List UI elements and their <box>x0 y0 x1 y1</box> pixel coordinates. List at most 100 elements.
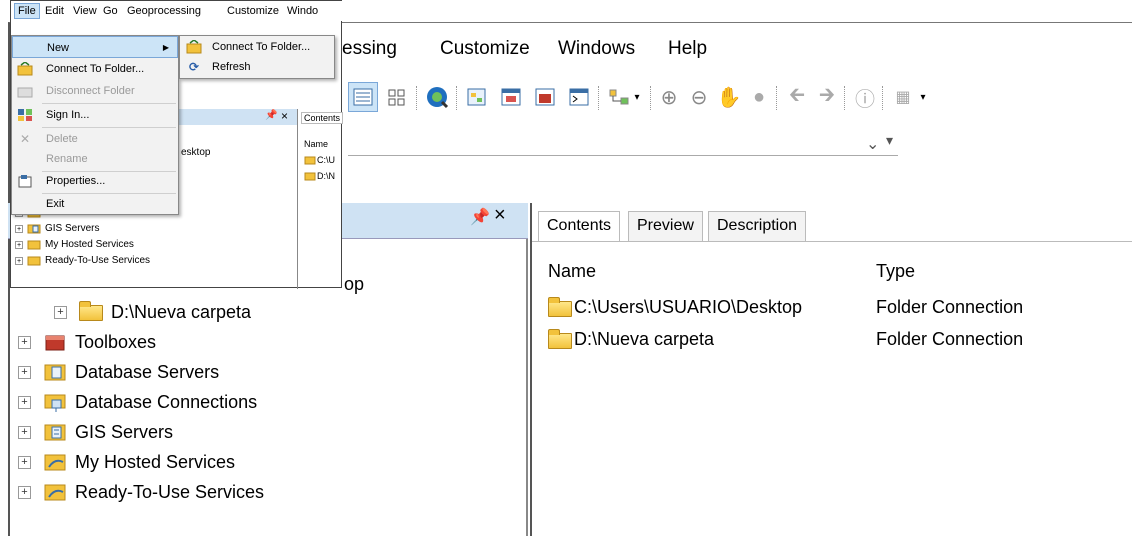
tree-item[interactable]: + My Hosted Services <box>18 447 235 477</box>
menu-view[interactable]: View <box>73 5 97 17</box>
expand-icon[interactable]: + <box>18 455 31 469</box>
small-tree-item[interactable]: + Ready-To-Use Services <box>15 255 150 266</box>
tree-item-desktop-partial[interactable]: op <box>344 269 364 299</box>
expand-icon[interactable]: + <box>18 485 31 499</box>
close-icon[interactable]: × <box>494 204 506 227</box>
toolbar-separator <box>416 86 417 110</box>
create-thumbnail-icon[interactable]: ▦ <box>888 82 918 112</box>
standard-toolbar: ▾ ⊕ ⊖ ✋ ● 🡰 🡲 ⓘ ▦ ▾ <box>348 82 1128 120</box>
large-icons-view-icon[interactable] <box>382 82 412 112</box>
table-row[interactable]: D:\Nueva carpeta <box>548 328 714 350</box>
expand-icon[interactable]: + <box>15 240 23 249</box>
tree-item[interactable]: + Database Servers <box>18 357 219 387</box>
submenu-arrow-icon: ▶ <box>162 43 169 52</box>
menu-item-connect-to-folder[interactable]: Connect To Folder... <box>12 58 178 80</box>
table-row[interactable]: C:\Users\USUARIO\Desktop <box>548 296 803 318</box>
small-contents-panel: Contents Name C:\U D:\N <box>297 109 344 289</box>
tree-item[interactable]: + GIS Servers <box>18 417 173 447</box>
menu-go[interactable]: Go <box>103 5 118 17</box>
tree-item[interactable]: + D:\Nueva carpeta <box>54 297 251 327</box>
menu-item-new[interactable]: New ▶ <box>12 36 178 58</box>
tab-divider <box>532 241 1132 242</box>
row-type: Folder Connection <box>876 329 1024 349</box>
toolbar-options-icon[interactable]: ▾ <box>916 82 930 112</box>
folder-icon <box>79 301 103 322</box>
expand-icon[interactable]: + <box>18 395 31 409</box>
row-name: C:\Users\USUARIO\Desktop <box>574 297 803 317</box>
expand-icon[interactable]: + <box>54 305 67 319</box>
pin-icon[interactable]: 📌 <box>470 207 490 227</box>
column-header-name[interactable]: Name <box>548 261 596 282</box>
zoom-in-icon[interactable]: ⊕ <box>654 82 684 112</box>
metadata-icon[interactable] <box>462 82 492 112</box>
expand-icon[interactable]: + <box>18 365 31 379</box>
disconnect-folder-icon <box>17 84 33 98</box>
toolbox-icon <box>43 332 67 352</box>
tab-description[interactable]: Description <box>708 211 807 241</box>
menu-edit[interactable]: Edit <box>45 5 64 17</box>
forward-icon[interactable]: 🡲 <box>812 82 842 112</box>
menu-item-exit[interactable]: Exit <box>12 193 178 215</box>
column-header-name[interactable]: Name <box>304 139 328 149</box>
small-tree-item[interactable]: + GIS Servers <box>15 223 99 234</box>
properties-icon <box>17 174 33 188</box>
full-extent-icon[interactable]: ● <box>744 82 774 112</box>
column-header-type[interactable]: Type <box>876 261 915 282</box>
contents-panel: Contents Preview Description Name Type C… <box>530 203 1132 536</box>
python-icon[interactable] <box>564 82 594 112</box>
menu-windows[interactable]: Windo <box>287 5 318 17</box>
pin-icon[interactable]: 📌 <box>265 110 277 121</box>
location-combo[interactable] <box>348 126 898 156</box>
tree-item[interactable]: + Database Connections <box>18 387 257 417</box>
globe-icon[interactable] <box>422 82 452 112</box>
menu-item-sign-in[interactable]: Sign In... <box>12 104 178 126</box>
toolbar-options-icon[interactable]: ▾ <box>630 82 644 112</box>
table-row[interactable]: C:\U <box>304 155 335 165</box>
back-icon[interactable]: 🡰 <box>782 82 812 112</box>
expand-icon[interactable]: + <box>18 425 31 439</box>
toolbar-separator <box>776 86 777 110</box>
expand-icon[interactable]: + <box>15 256 23 265</box>
menu-geoprocessing[interactable]: essing <box>342 38 397 60</box>
toolbar-separator <box>650 86 651 110</box>
toolbar-separator <box>456 86 457 110</box>
details-view-icon[interactable] <box>348 82 378 112</box>
menu-geoprocessing[interactable]: Geoprocessing <box>127 5 201 17</box>
pan-icon[interactable]: ✋ <box>714 82 744 112</box>
toolbar-separator <box>598 86 599 110</box>
menu-item-disconnect-folder: Disconnect Folder <box>12 80 178 102</box>
tab-contents[interactable]: Contents <box>538 211 621 242</box>
delete-icon: ✕ <box>19 132 31 146</box>
hosted-services-icon <box>43 452 67 472</box>
expand-icon[interactable]: + <box>15 224 23 233</box>
small-tree-item-desktop-partial[interactable]: esktop <box>181 147 210 158</box>
menu-item-rename: Rename <box>46 153 88 165</box>
tab-preview[interactable]: Preview <box>628 211 703 241</box>
menu-windows[interactable]: Windows <box>558 38 635 60</box>
menu-file[interactable]: File <box>14 3 40 19</box>
identify-icon[interactable]: ⓘ <box>850 82 880 112</box>
tree-item[interactable]: + Toolboxes <box>18 327 156 357</box>
zoom-out-icon[interactable]: ⊖ <box>684 82 714 112</box>
close-icon[interactable]: × <box>281 109 288 123</box>
chevron-down-icon[interactable]: ⌄ <box>866 134 879 154</box>
submenu-item-connect-to-folder[interactable]: Connect To Folder... <box>180 37 334 57</box>
menu-customize[interactable]: Customize <box>440 38 530 60</box>
expand-icon[interactable]: + <box>18 335 31 349</box>
connect-folder-icon <box>186 39 202 54</box>
arctoolbox-icon[interactable] <box>496 82 526 112</box>
submenu-item-refresh[interactable]: ⟳ Refresh <box>180 57 334 77</box>
menu-item-properties[interactable]: Properties... <box>12 170 178 192</box>
small-tree-item[interactable]: + My Hosted Services <box>15 239 134 250</box>
folder-icon <box>548 296 572 318</box>
table-row[interactable]: D:\N <box>304 171 335 181</box>
tab-contents[interactable]: Contents <box>301 112 344 124</box>
menu-item-delete: ✕ Delete <box>12 128 178 150</box>
tree-item[interactable]: + Ready-To-Use Services <box>18 477 264 507</box>
hosted-services-icon <box>27 240 41 250</box>
menu-help[interactable]: Help <box>668 38 707 60</box>
toolbar-options-icon[interactable]: ▾ <box>886 132 893 149</box>
refresh-icon: ⟳ <box>188 60 200 74</box>
menu-customize[interactable]: Customize <box>227 5 279 17</box>
toolbox-icon[interactable] <box>530 82 560 112</box>
